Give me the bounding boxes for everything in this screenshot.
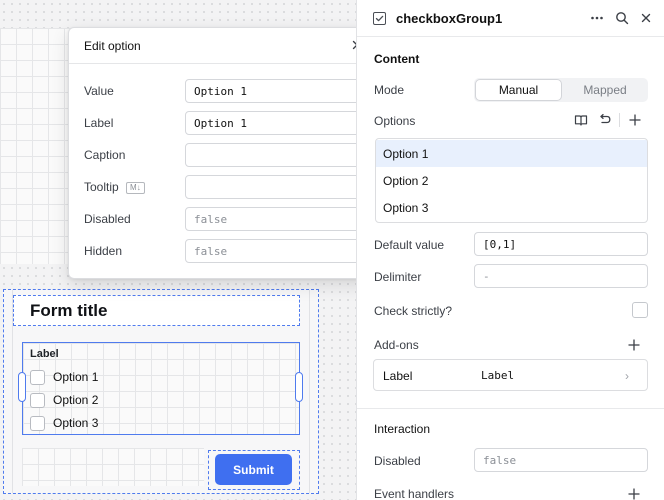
option-item[interactable]: Option 1 xyxy=(376,140,647,167)
value-input[interactable]: Option 1 xyxy=(185,79,362,103)
checkbox-option[interactable]: Option 3 xyxy=(30,414,98,432)
options-label: Options xyxy=(374,114,416,128)
option-item[interactable]: Option 3 xyxy=(376,194,647,221)
add-addon-icon[interactable] xyxy=(627,338,641,352)
default-value-input[interactable]: [0,1] xyxy=(474,232,648,256)
value-label: Value xyxy=(84,84,114,98)
resize-handle-left[interactable] xyxy=(18,372,26,402)
checkbox-option[interactable]: Option 2 xyxy=(30,391,98,409)
option-item[interactable]: Option 2 xyxy=(376,167,647,194)
mode-mapped-option[interactable]: Mapped xyxy=(562,79,648,101)
caption-input[interactable] xyxy=(185,143,362,167)
inspector-header: checkboxGroup1 xyxy=(357,0,664,37)
tooltip-label: Tooltip xyxy=(84,180,119,194)
label-input[interactable]: Option 1 xyxy=(185,111,362,135)
options-list[interactable]: Option 1 Option 2 Option 3 xyxy=(375,138,648,223)
caption-label: Caption xyxy=(84,148,126,162)
event-handlers-label: Event handlers xyxy=(374,487,455,500)
addon-row[interactable]: Label Label › xyxy=(373,359,648,391)
mode-label: Mode xyxy=(374,83,405,97)
delimiter-label: Delimiter xyxy=(374,270,422,284)
edit-option-modal[interactable]: Edit option Value Option 1 Label Option … xyxy=(68,27,377,279)
checkbox-option-label: Option 1 xyxy=(53,370,99,384)
markdown-icon: M↓ xyxy=(126,181,145,194)
checkbox-group-label: Label xyxy=(30,348,59,360)
checkbox-component-icon xyxy=(373,12,386,25)
form-footer-grid xyxy=(22,448,204,486)
modal-divider xyxy=(69,63,376,64)
disabled-label: Disabled xyxy=(84,212,131,226)
disabled-input[interactable]: false xyxy=(185,207,362,231)
plus-icon[interactable] xyxy=(628,113,642,127)
options-icon-divider xyxy=(619,113,620,127)
search-icon[interactable] xyxy=(615,11,629,25)
addons-label: Add-ons xyxy=(374,338,419,352)
check-strictly-label: Check strictly? xyxy=(374,304,453,318)
chevron-right-icon: › xyxy=(625,369,629,383)
mode-toggle[interactable]: Manual Mapped xyxy=(474,78,648,102)
undo-icon[interactable] xyxy=(598,113,612,127)
checkbox-group[interactable]: Label Option 1 Option 2 Option 3 xyxy=(22,342,300,435)
form-title-container[interactable]: Form title xyxy=(13,295,300,326)
hidden-label: Hidden xyxy=(84,244,123,258)
interaction-section-title[interactable]: Interaction xyxy=(374,422,430,436)
interaction-disabled-label: Disabled xyxy=(374,454,421,468)
label-label: Label xyxy=(84,116,114,130)
resize-handle-right[interactable] xyxy=(295,372,303,402)
form-title: Form title xyxy=(30,301,108,320)
more-icon[interactable] xyxy=(590,11,604,25)
component-name[interactable]: checkboxGroup1 xyxy=(396,11,502,26)
add-event-handler-icon[interactable] xyxy=(627,487,641,500)
check-strictly-checkbox[interactable] xyxy=(632,302,648,318)
section-divider xyxy=(357,408,664,409)
close-icon[interactable] xyxy=(639,11,653,25)
addon-name: Label xyxy=(383,369,413,383)
inspector-panel: checkboxGroup1 Content Mode Manual Mappe… xyxy=(356,0,664,500)
hidden-input[interactable]: false xyxy=(185,239,362,263)
submit-button[interactable]: Submit xyxy=(215,454,292,485)
modal-title: Edit option xyxy=(84,39,141,53)
tooltip-input[interactable] xyxy=(185,175,362,199)
content-section-title[interactable]: Content xyxy=(374,52,419,66)
checkbox-option-label: Option 2 xyxy=(53,393,99,407)
checkbox[interactable] xyxy=(30,392,45,408)
checkbox-option-label: Option 3 xyxy=(53,416,99,430)
checkbox[interactable] xyxy=(30,415,45,431)
mode-manual-option[interactable]: Manual xyxy=(475,79,562,101)
interaction-disabled-input[interactable]: false xyxy=(474,448,648,472)
checkbox-option[interactable]: Option 1 xyxy=(30,368,98,386)
addon-value: Label xyxy=(481,369,515,382)
delimiter-input[interactable]: - xyxy=(474,264,648,288)
default-value-label: Default value xyxy=(374,238,445,252)
book-icon[interactable] xyxy=(574,113,588,127)
tooltip-label-row: Tooltip M↓ xyxy=(84,180,145,194)
checkbox[interactable] xyxy=(30,369,45,385)
